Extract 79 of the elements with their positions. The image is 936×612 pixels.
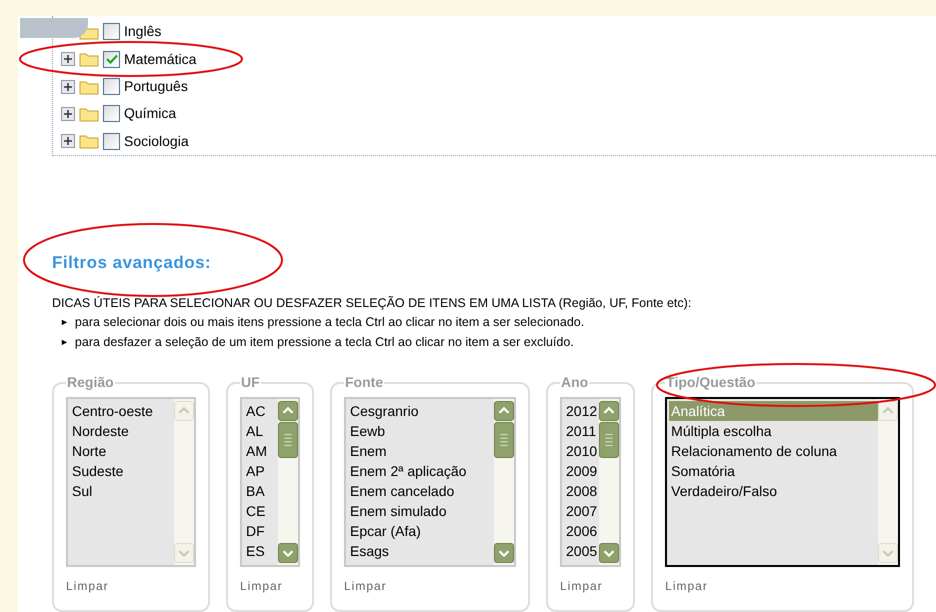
list-option[interactable]: 2007 [564, 501, 600, 521]
scrollbar[interactable] [599, 399, 620, 565]
list-option[interactable]: Esags [348, 541, 494, 561]
expand-icon[interactable] [61, 106, 75, 121]
list-option[interactable]: ES [244, 541, 278, 561]
clear-link[interactable]: Limpar [560, 577, 603, 595]
filter-legend: Ano [560, 372, 590, 393]
list-option[interactable]: Enem [348, 441, 494, 461]
list-option[interactable]: 2008 [564, 481, 600, 501]
tip-text: para desfazer a seleção de um item pressione a tecla Ctrl ao clicar no item a ser excluído. [74, 334, 574, 351]
list-option[interactable]: 2005 [564, 541, 600, 561]
list-option[interactable]: AL [244, 421, 278, 441]
tree-item-label[interactable]: Sociologia [124, 130, 189, 152]
tip-text: para selecionar dois ou mais itens pressione a tecla Ctrl ao clicar no item a ser selecionado. [74, 314, 584, 331]
checkbox[interactable] [103, 105, 120, 122]
expand-icon[interactable] [61, 52, 75, 66]
clear-link[interactable]: Limpar [665, 577, 708, 595]
section-title: Filtros avançados: [52, 252, 212, 274]
list-option[interactable]: 2006 [564, 521, 600, 541]
tree-item-label[interactable]: Inglês [124, 21, 162, 42]
filter-legend: Tipo/Questão [665, 372, 756, 393]
checkbox[interactable] [103, 132, 120, 150]
folder-icon [79, 78, 99, 95]
list-option[interactable]: CE [244, 501, 278, 521]
list-box[interactable]: Centro-oeste Nordeste Norte Sudeste Sul [66, 397, 196, 567]
bullet-glyph: ► [60, 316, 69, 329]
list-option[interactable]: Enem 2ª aplicação [348, 461, 494, 481]
list-option[interactable]: DF [244, 521, 278, 541]
list-box[interactable]: Cesgranrio Eewb Enem Enem 2ª aplicação Enem cancelado Enem simulado Epcar (Afa) Esags [344, 397, 516, 567]
expand-icon[interactable] [61, 80, 75, 94]
filter-legend: UF [240, 372, 261, 393]
scroll-thumb[interactable] [494, 422, 514, 458]
list-option[interactable]: Verdadeiro/Falso [669, 481, 878, 501]
list-option[interactable]: AC [244, 401, 278, 421]
list-option[interactable]: Relacionamento de coluna [669, 441, 878, 461]
clear-link[interactable]: Limpar [240, 577, 283, 595]
tree-item-label[interactable]: Português [124, 76, 188, 98]
list-option[interactable]: Múltipla escolha [669, 421, 878, 441]
list-option[interactable]: 2009 [564, 461, 600, 481]
list-option[interactable]: Enem simulado [348, 501, 494, 521]
scrollbar[interactable] [278, 399, 298, 565]
list-option[interactable]: Sul [70, 481, 174, 501]
list-option[interactable]: 2011 [564, 421, 600, 441]
expand-icon[interactable] [61, 134, 75, 148]
list-option[interactable]: Epcar (Afa) [348, 521, 494, 541]
list-option[interactable]: Centro-oeste [70, 401, 174, 421]
checkbox[interactable] [103, 78, 120, 96]
list-option[interactable]: Sudeste [70, 461, 174, 481]
tips-heading: DICAS ÚTEIS PARA SELECIONAR OU DESFAZER SELEÇÃO DE ITENS EM UMA LISTA (Região, UF, Fonte etc): [52, 295, 692, 312]
list-option[interactable]: Cesgranrio [348, 401, 494, 421]
clear-link[interactable]: Limpar [344, 577, 387, 595]
list-option[interactable]: 2010 [564, 441, 600, 461]
list-option[interactable]: Eewb [348, 421, 494, 441]
scrollbar[interactable] [494, 399, 514, 565]
bullet-glyph: ► [60, 336, 69, 349]
list-option[interactable]: Nordeste [70, 421, 174, 441]
list-option[interactable]: Somatória [669, 461, 878, 481]
checkbox[interactable] [103, 50, 120, 68]
tree-item-label[interactable]: Química [124, 103, 176, 124]
scroll-thumb[interactable] [278, 422, 298, 458]
check-icon [106, 54, 118, 64]
filter-legend: Fonte [344, 372, 384, 393]
list-option[interactable]: Enem cancelado [348, 481, 494, 501]
list-option[interactable]: Norte [70, 441, 174, 461]
list-box[interactable]: AC AL AM AP BA CE DF ES [240, 397, 300, 567]
list-option[interactable]: AP [244, 461, 278, 481]
list-option[interactable]: BA [244, 481, 278, 501]
tree-item-label[interactable]: Matemática [124, 48, 196, 70]
folder-icon [79, 106, 99, 122]
list-option[interactable]: AM [244, 441, 278, 461]
checkbox[interactable] [103, 23, 120, 40]
list-box[interactable]: 2012 2011 2010 2009 2008 2007 2006 2005 [560, 397, 622, 567]
clear-link[interactable]: Limpar [66, 577, 109, 595]
folder-icon [79, 133, 99, 150]
list-box[interactable]: Analítica Múltipla escolha Relacionamento de coluna Somatória Verdadeiro/Falso [665, 397, 900, 567]
folder-icon [79, 51, 99, 68]
filter-legend: Região [66, 372, 115, 393]
scroll-thumb[interactable] [599, 422, 620, 458]
list-option[interactable]: 2012 [564, 401, 600, 421]
